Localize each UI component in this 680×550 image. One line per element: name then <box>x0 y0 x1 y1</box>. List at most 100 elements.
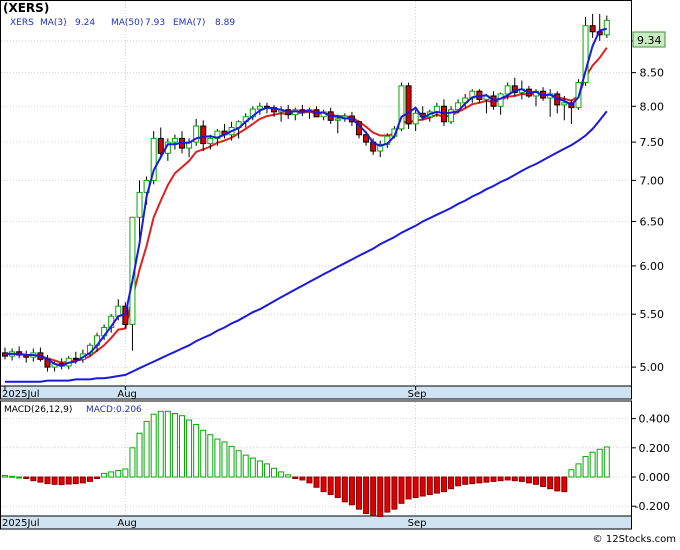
macd-bar-positive <box>164 410 171 478</box>
watermark: © 12Stocks.com <box>593 534 676 545</box>
price-tick-label: 8.00 <box>640 100 665 113</box>
macd-bar-positive <box>242 454 249 478</box>
macd-bar-positive <box>200 429 207 478</box>
price-tick-label: 5.50 <box>640 308 665 321</box>
macd-bar-positive <box>122 468 129 478</box>
macd-bar-positive <box>249 457 256 478</box>
legend-ma50: MA(50) <box>111 18 143 28</box>
macd-bar-positive <box>235 450 242 478</box>
macd-bar-positive <box>193 423 200 478</box>
candle-down <box>72 357 79 360</box>
macd-bar-positive <box>256 460 263 478</box>
macd-bar-negative <box>412 476 419 498</box>
price-x-label: Aug <box>117 389 137 400</box>
price-legend: XERS MA(3) 9.24 MA(50) 7.93 EMA(7) 8.89 <box>10 18 235 28</box>
macd-bar-negative <box>356 476 362 510</box>
macd-bar-negative <box>547 476 554 490</box>
macd-bar-negative <box>440 476 447 493</box>
macd-bar-positive <box>596 448 603 478</box>
macd-bar-positive <box>271 467 278 478</box>
macd-panel-label: MACD(26,12,9) <box>4 405 72 415</box>
chart-svg: 5.005.506.006.507.007.508.008.509.00 0.4… <box>0 0 676 545</box>
candle-up <box>334 118 341 121</box>
macd-bar-positive <box>9 475 16 478</box>
macd-bar-negative <box>419 476 426 497</box>
legend-ma50-value: 7.93 <box>145 18 165 28</box>
macd-bar-positive <box>115 469 122 478</box>
macd-bar-positive <box>263 463 270 478</box>
legend-ma3: MA(3) <box>40 18 67 28</box>
macd-bar-negative <box>384 476 391 513</box>
macd-bar-negative <box>363 476 370 515</box>
price-tick-label: 7.50 <box>640 136 665 149</box>
price-tick-label: 8.50 <box>640 67 665 80</box>
chart-title: (XERS) <box>3 1 49 15</box>
macd-bar-negative <box>44 476 51 485</box>
price-y-axis: 5.005.506.006.507.007.508.008.509.00 <box>631 35 664 374</box>
macd-bar-negative <box>405 476 412 500</box>
macd-bar-negative <box>58 476 65 486</box>
candle-down <box>405 85 412 125</box>
macd-bar-positive <box>2 475 8 478</box>
macd-bar-negative <box>334 476 341 498</box>
macd-bar-positive <box>143 421 150 478</box>
candle-up <box>504 85 511 95</box>
macd-bar-positive <box>285 474 292 478</box>
candle-up <box>412 112 419 125</box>
macd-bar-negative <box>65 476 72 485</box>
macd-bar-positive <box>207 434 214 478</box>
macd-bar-negative <box>341 476 348 503</box>
price-tick-label: 6.00 <box>640 260 665 273</box>
macd-bar-negative <box>348 476 355 506</box>
macd-bar-positive <box>589 451 596 478</box>
candle-down <box>589 25 596 33</box>
macd-bar-negative <box>72 476 79 485</box>
macd-bar-positive <box>108 471 115 478</box>
macd-bar-negative <box>469 476 476 485</box>
macd-bar-negative <box>86 476 93 482</box>
macd-bar-positive <box>278 471 285 478</box>
macd-bar-negative <box>79 476 86 484</box>
macd-bar-positive <box>150 413 157 478</box>
macd-bar-negative <box>433 476 440 494</box>
macd-bar-negative <box>533 476 539 485</box>
legend-ema7: EMA(7) <box>173 18 205 28</box>
price-tick-label: 6.50 <box>640 216 665 229</box>
macd-bar-positive <box>157 410 164 478</box>
macd-bar-positive <box>101 472 108 478</box>
macd-tick-label: 0.400 <box>639 413 671 426</box>
macd-bar-positive <box>16 476 23 479</box>
price-tick-label: 5.00 <box>640 361 665 374</box>
macd-bar-negative <box>504 476 511 481</box>
macd-bar-positive <box>186 419 193 478</box>
legend-ma3-value: 9.24 <box>75 18 95 28</box>
macd-bar-negative <box>306 476 313 484</box>
candle-up <box>497 93 504 107</box>
macd-bar-negative <box>377 476 384 517</box>
macd-bar-negative <box>30 476 37 482</box>
macd-bar-negative <box>299 476 306 481</box>
price-date-strip <box>0 385 632 400</box>
macd-bar-negative <box>525 476 532 484</box>
macd-bar-positive <box>136 432 143 478</box>
candle-up <box>171 137 178 143</box>
candle-up <box>561 102 568 106</box>
macd-x-label: Sep <box>408 518 427 529</box>
macd-bar-positive <box>603 446 610 478</box>
macd-bar-positive <box>214 438 221 478</box>
macd-y-axis: 0.400 0.200 0.000 -0.200 <box>631 413 671 513</box>
macd-bar-positive <box>179 415 185 478</box>
macd-bar-positive <box>171 412 178 478</box>
macd-x-label: Aug <box>117 518 137 529</box>
candle-up <box>603 19 610 36</box>
macd-bar-negative <box>51 476 58 485</box>
macd-bar-negative <box>497 476 504 482</box>
macd-bar-negative <box>554 476 561 492</box>
macd-bar-positive <box>221 441 228 478</box>
macd-bar-positive <box>228 445 235 478</box>
macd-bar-negative <box>448 476 455 490</box>
candle-down <box>490 95 497 107</box>
candle-down <box>157 137 164 154</box>
candle-up <box>207 137 214 145</box>
macd-bar-negative <box>476 476 483 484</box>
